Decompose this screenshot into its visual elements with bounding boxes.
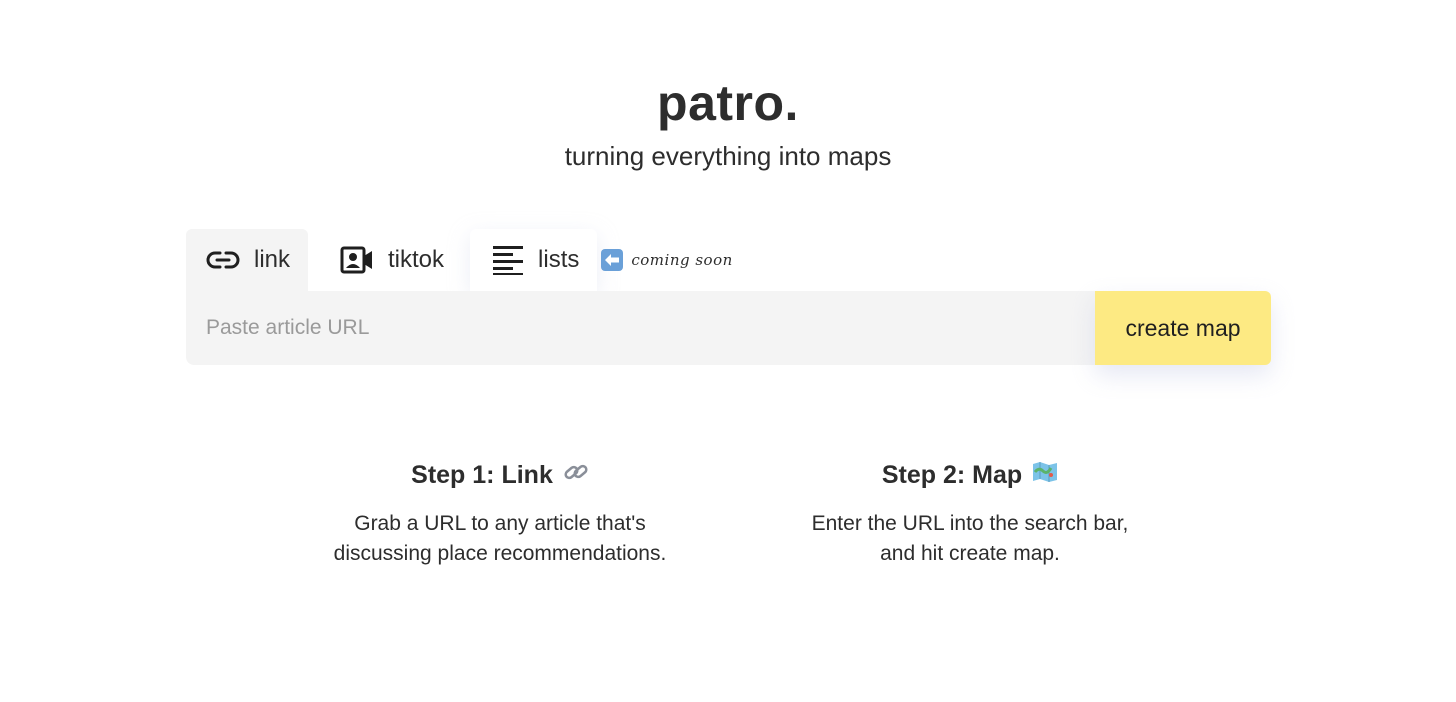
chain-link-icon <box>563 460 589 491</box>
tagline: turning everything into maps <box>564 141 892 171</box>
tab-lists[interactable]: lists <box>470 229 598 291</box>
step-title: Step 2: Map <box>882 460 1058 491</box>
step-description-line: and hit create map. <box>880 542 1060 565</box>
step-description-line: discussing place recommendations. <box>333 542 667 565</box>
coming-soon-note: coming soon <box>601 249 732 271</box>
step-title: Step 1: Link <box>411 460 589 491</box>
source-tabs: link tiktok lists coming soon <box>186 229 733 291</box>
map-icon <box>1032 460 1058 491</box>
link-icon <box>206 250 240 270</box>
left-arrow-icon <box>601 249 624 271</box>
step-2: Step 2: Map Enter the URL into the searc… <box>760 460 1180 569</box>
tab-tiktok[interactable]: tiktok <box>308 229 471 291</box>
contact-video-icon <box>340 246 374 274</box>
step-1: Step 1: Link Grab a URL to any article t… <box>290 460 710 569</box>
search-bar: create map <box>186 291 1271 365</box>
step-description: Enter the URL into the search bar, and h… <box>760 509 1180 569</box>
coming-soon-text: coming soon <box>631 251 733 269</box>
create-map-button[interactable]: create map <box>1095 291 1271 365</box>
list-lines-icon <box>492 245 524 275</box>
tab-label: link <box>254 246 291 273</box>
tab-link[interactable]: link <box>186 229 309 291</box>
tab-label: lists <box>538 246 580 273</box>
tab-label: tiktok <box>388 246 445 273</box>
logo: patro. <box>657 75 799 131</box>
step-description-line: Grab a URL to any article that's <box>354 512 646 535</box>
page: patro. turning everything into maps link <box>0 0 1456 702</box>
step-description: Grab a URL to any article that's discuss… <box>290 509 710 569</box>
step-title-text: Step 2: Map <box>881 461 1023 489</box>
step-title-text: Step 1: Link <box>411 461 553 489</box>
article-url-input[interactable] <box>186 291 1095 365</box>
step-description-line: Enter the URL into the search bar, <box>811 512 1129 535</box>
